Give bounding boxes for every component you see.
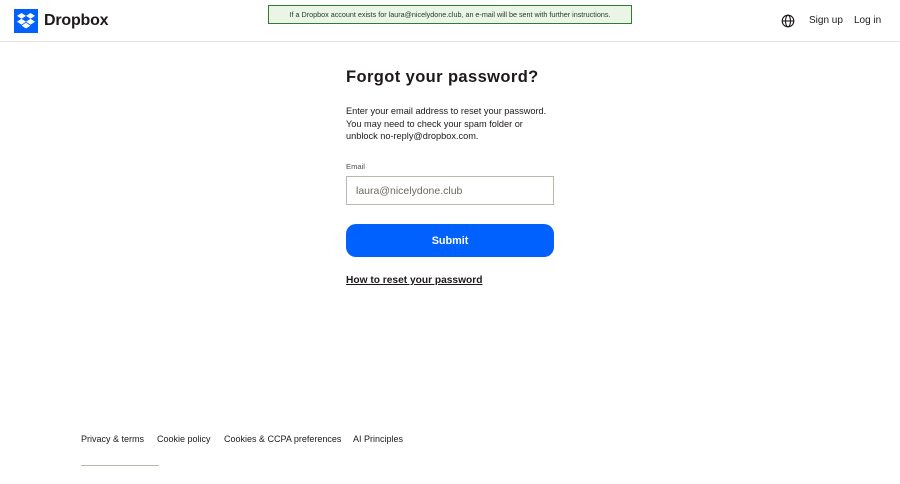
- dropbox-logo[interactable]: Dropbox: [14, 9, 109, 33]
- how-to-reset-link[interactable]: How to reset your password: [346, 275, 482, 286]
- page-title: Forgot your password?: [346, 68, 539, 86]
- log-in-link[interactable]: Log in: [854, 15, 881, 26]
- brand-name: Dropbox: [44, 12, 109, 29]
- top-header: Dropbox If a Dropbox account exists for …: [0, 0, 900, 42]
- submit-button[interactable]: Submit: [346, 224, 554, 257]
- email-field[interactable]: [346, 176, 554, 205]
- footer-divider: [81, 465, 159, 466]
- instructions-text: Enter your email address to reset your p…: [346, 106, 547, 142]
- info-banner-text: If a Dropbox account exists for laura@ni…: [289, 10, 611, 19]
- info-banner: If a Dropbox account exists for laura@ni…: [268, 5, 632, 24]
- globe-icon[interactable]: [781, 14, 795, 28]
- footer-link-ai-principles[interactable]: AI Principles: [353, 434, 403, 444]
- dropbox-logo-icon: [14, 9, 38, 33]
- sign-up-link[interactable]: Sign up: [809, 15, 843, 26]
- footer-link-cookie-policy[interactable]: Cookie policy: [157, 434, 211, 444]
- footer-link-privacy-terms[interactable]: Privacy & terms: [81, 434, 144, 444]
- footer-link-cookies-ccpa[interactable]: Cookies & CCPA preferences: [224, 434, 341, 444]
- email-label: Email: [346, 162, 365, 171]
